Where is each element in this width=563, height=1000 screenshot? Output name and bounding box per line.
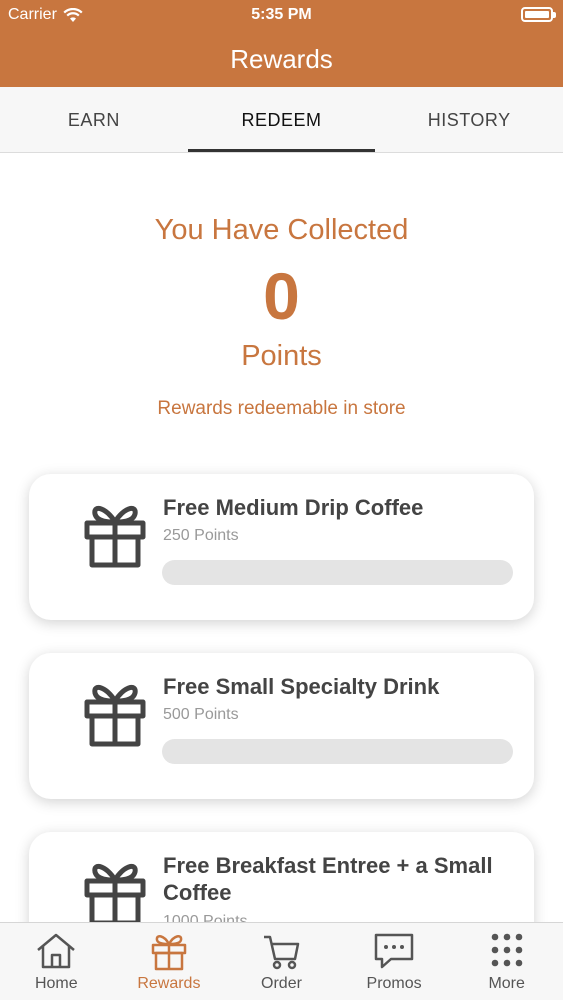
grid-icon: [491, 933, 522, 967]
tab-history[interactable]: HISTORY: [375, 87, 563, 152]
reward-progress-bar: [162, 739, 513, 764]
nav-order[interactable]: Order: [225, 923, 338, 1000]
app-header: Carrier 5:35 PM Rewards: [0, 0, 563, 87]
points-value: 0: [263, 259, 300, 333]
reward-title: Free Small Specialty Drink: [163, 674, 440, 699]
reward-points: 500 Points: [163, 706, 239, 723]
reward-points: 250 Points: [163, 527, 239, 544]
points-unit: Points: [241, 340, 322, 372]
nav-home[interactable]: Home: [0, 923, 113, 1000]
chat-icon: [374, 933, 414, 969]
tab-earn[interactable]: EARN: [0, 87, 188, 152]
status-time: 5:35 PM: [251, 6, 312, 23]
home-icon: [37, 933, 76, 969]
points-heading: You Have Collected: [154, 214, 409, 246]
tab-redeem[interactable]: REDEEM: [187, 87, 376, 152]
nav-more-label: More: [488, 975, 525, 992]
nav-promos[interactable]: Promos: [338, 923, 451, 1000]
nav-rewards[interactable]: Rewards: [113, 923, 226, 1000]
status-bar: Carrier 5:35 PM: [0, 0, 563, 30]
bottom-tab-bar: Home Rewards Order Promos More: [0, 922, 563, 1000]
page-title: Rewards: [230, 44, 333, 74]
cart-icon: [264, 935, 300, 970]
gift-icon: [151, 935, 187, 971]
gift-icon: [84, 863, 146, 926]
reward-card[interactable]: Free Small Specialty Drink 500 Points: [29, 653, 534, 799]
rewards-tabs: EARN REDEEM HISTORY: [0, 87, 563, 153]
nav-home-label: Home: [34, 975, 78, 992]
reward-title: Free Medium Drip Coffee: [163, 495, 424, 520]
reward-title: Free Breakfast Entree + a Small Coffee: [163, 853, 493, 905]
reward-progress-bar: [162, 560, 513, 585]
redeem-note: Rewards redeemable in store: [157, 398, 406, 419]
nav-order-label: Order: [261, 975, 302, 992]
nav-rewards-label: Rewards: [137, 975, 201, 992]
nav-promos-label: Promos: [366, 975, 422, 992]
reward-card[interactable]: Free Medium Drip Coffee 250 Points: [29, 474, 534, 620]
gift-icon: [84, 505, 146, 568]
gift-icon: [84, 684, 146, 747]
nav-more[interactable]: More: [450, 923, 563, 1000]
battery-icon: [521, 7, 556, 22]
